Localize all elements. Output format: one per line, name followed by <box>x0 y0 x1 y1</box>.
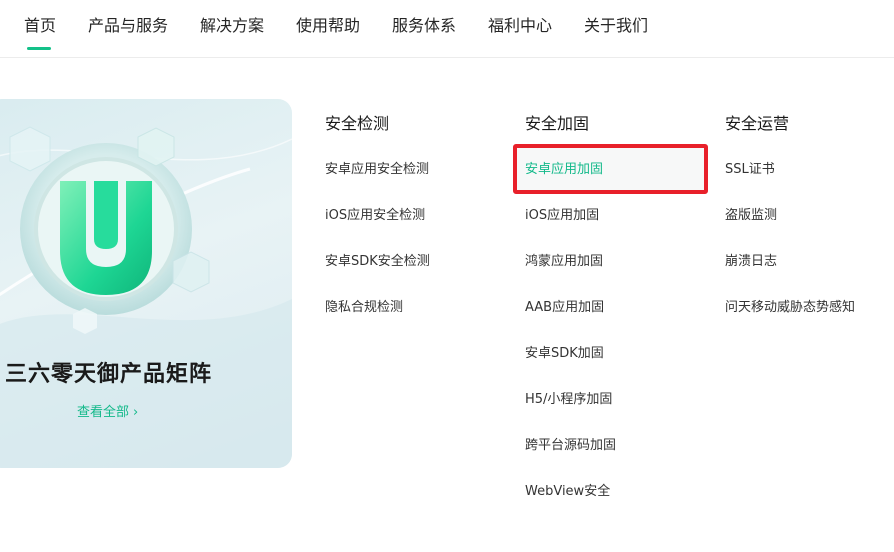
menu-item-webview-security[interactable]: WebView安全 <box>525 483 610 501</box>
shield-logo-illustration <box>0 126 292 468</box>
menu-item-privacy-compliance[interactable]: 隐私合规检测 <box>325 299 403 317</box>
menu-item-cross-platform-hardening[interactable]: 跨平台源码加固 <box>525 437 616 455</box>
column-title: 安全检测 <box>325 114 390 133</box>
menu-item-aab-app-hardening[interactable]: AAB应用加固 <box>525 299 604 317</box>
menu-item-harmony-app-hardening[interactable]: 鸿蒙应用加固 <box>525 253 603 271</box>
top-navigation: 首页 产品与服务 解决方案 使用帮助 服务体系 福利中心 关于我们 <box>0 0 894 58</box>
menu-item-ios-app-hardening[interactable]: iOS应用加固 <box>525 207 599 225</box>
menu-item-android-app-testing[interactable]: 安卓应用安全检测 <box>325 161 429 179</box>
product-matrix-banner[interactable]: 三六零天御产品矩阵 查看全部 › <box>0 99 292 468</box>
menu-item-android-sdk-testing[interactable]: 安卓SDK安全检测 <box>325 253 430 271</box>
nav-item-benefits[interactable]: 福利中心 <box>488 16 552 36</box>
menu-item-crash-log[interactable]: 崩溃日志 <box>725 253 777 271</box>
column-security-operations: 安全运营 SSL证书 盗版监测 崩溃日志 问天移动威胁态势感知 <box>725 113 855 315</box>
column-title: 安全运营 <box>725 114 790 133</box>
menu-item-h5-miniprogram-hardening[interactable]: H5/小程序加固 <box>525 391 612 409</box>
column-title: 安全加固 <box>525 114 590 133</box>
menu-item-threat-awareness[interactable]: 问天移动威胁态势感知 <box>725 299 855 317</box>
nav-item-products[interactable]: 产品与服务 <box>88 16 168 36</box>
menu-item-android-sdk-hardening[interactable]: 安卓SDK加固 <box>525 345 604 363</box>
view-all-link[interactable]: 查看全部 › <box>77 401 138 420</box>
banner-title: 三六零天御产品矩阵 <box>5 362 213 387</box>
menu-item-ios-app-testing[interactable]: iOS应用安全检测 <box>325 207 425 225</box>
nav-item-help[interactable]: 使用帮助 <box>296 16 360 36</box>
column-security-testing: 安全检测 安卓应用安全检测 iOS应用安全检测 安卓SDK安全检测 隐私合规检测 <box>325 113 430 315</box>
menu-item-android-app-hardening[interactable]: 安卓应用加固 <box>525 161 603 179</box>
menu-item-ssl-certificate[interactable]: SSL证书 <box>725 161 775 179</box>
column-security-hardening: 安全加固 安卓应用加固 iOS应用加固 鸿蒙应用加固 AAB应用加固 安卓SDK… <box>525 113 616 499</box>
chevron-right-icon: › <box>133 405 139 420</box>
nav-item-solutions[interactable]: 解决方案 <box>200 16 264 36</box>
nav-item-service-system[interactable]: 服务体系 <box>392 16 456 36</box>
active-nav-indicator <box>27 47 51 50</box>
nav-item-about[interactable]: 关于我们 <box>584 16 648 36</box>
menu-item-piracy-monitoring[interactable]: 盗版监测 <box>725 207 777 225</box>
nav-item-home[interactable]: 首页 <box>24 16 56 36</box>
view-all-label: 查看全部 <box>77 405 130 420</box>
